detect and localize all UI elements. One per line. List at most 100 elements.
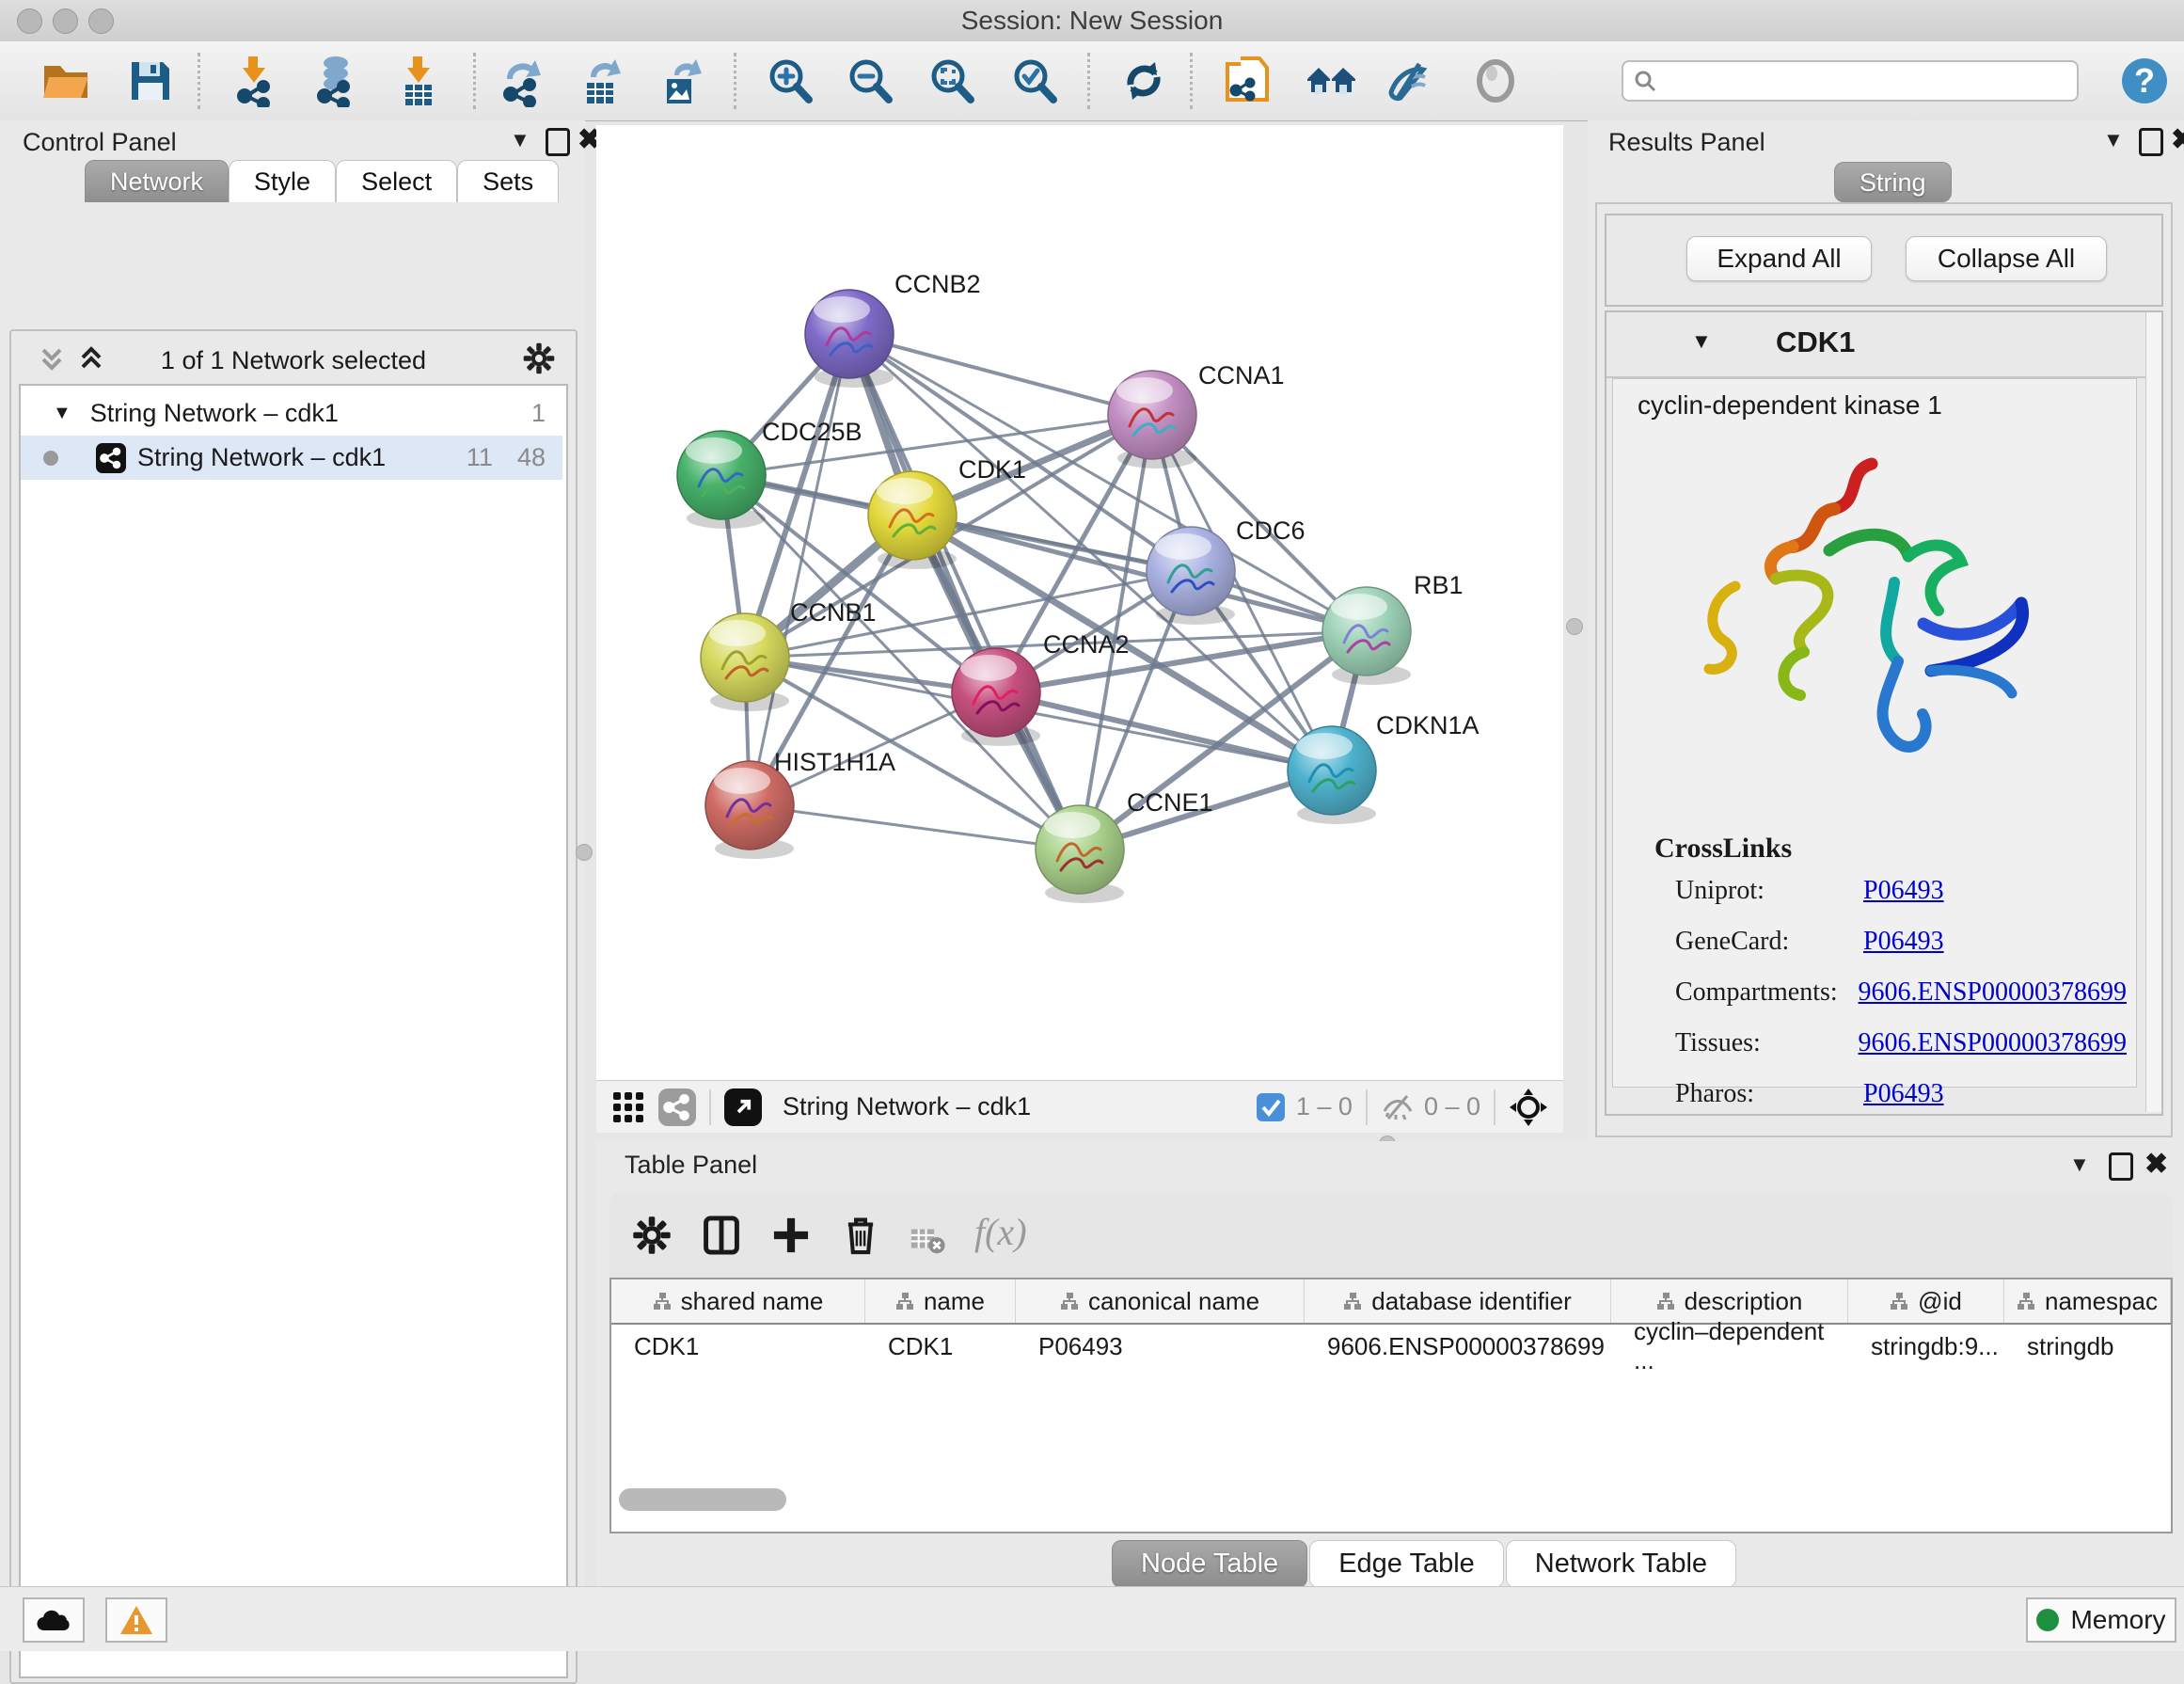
results-vertical-scrollbar[interactable] xyxy=(2145,312,2161,1112)
maximize-panel-icon[interactable] xyxy=(2109,1152,2133,1181)
open-session-icon[interactable] xyxy=(40,55,92,107)
enhanced-labels-icon[interactable] xyxy=(1382,55,1434,107)
float-panel-icon[interactable]: ▼ xyxy=(510,128,530,152)
column-header-database-identifier[interactable]: database identifier xyxy=(1305,1279,1611,1323)
column-header-namespac[interactable]: namespac xyxy=(2004,1279,2171,1323)
node-RB1[interactable]: RB1 xyxy=(1322,571,1464,685)
search-field[interactable] xyxy=(1622,60,2079,102)
show-columns-icon[interactable] xyxy=(700,1214,743,1257)
memory-button[interactable]: Memory xyxy=(2026,1597,2176,1643)
toolbar-separator xyxy=(1087,53,1090,109)
table-row[interactable]: CDK1CDK1P064939606.ENSP00000378699cyclin… xyxy=(611,1325,2171,1368)
gear-icon[interactable] xyxy=(521,341,557,376)
string-document-icon[interactable] xyxy=(1222,55,1274,107)
tab-node-table[interactable]: Node Table xyxy=(1112,1540,1307,1588)
table-cell[interactable]: stringdb:9... xyxy=(1848,1325,2004,1368)
table-cell[interactable]: CDK1 xyxy=(865,1325,1016,1368)
expand-all-button[interactable]: Expand All xyxy=(1686,236,1872,281)
create-column-icon[interactable] xyxy=(769,1214,813,1257)
hidden-eye-icon[interactable] xyxy=(1381,1090,1415,1124)
crosslink-value-link[interactable]: P06493 xyxy=(1863,1079,1944,1109)
zoom-out-icon[interactable] xyxy=(844,55,896,107)
tab-style[interactable]: Style xyxy=(229,160,336,202)
zoom-fit-icon[interactable] xyxy=(926,55,978,107)
maximize-panel-icon[interactable] xyxy=(546,128,570,156)
crosslink-value-link[interactable]: 9606.ENSP00000378699 xyxy=(1859,1028,2127,1058)
protein-structure-image xyxy=(1679,436,2074,812)
column-header-name[interactable]: name xyxy=(865,1279,1016,1323)
warnings-button[interactable] xyxy=(105,1597,167,1643)
delete-table-icon[interactable] xyxy=(909,1221,946,1259)
column-header--id[interactable]: @id xyxy=(1848,1279,2004,1323)
refresh-icon[interactable] xyxy=(1117,55,1170,107)
table-horizontal-scrollbar[interactable] xyxy=(619,1488,786,1511)
column-header-canonical-name[interactable]: canonical name xyxy=(1016,1279,1305,1323)
network-canvas[interactable]: CCNB2CCNA1CDC25BCDK1CDC6RB1CCNB1CCNA2CDK… xyxy=(596,125,1563,1080)
cloud-button[interactable] xyxy=(23,1597,85,1643)
node-CDKN1A[interactable]: CDKN1A xyxy=(1288,711,1480,824)
node-label-CCNA2: CCNA2 xyxy=(1043,630,1130,659)
export-image-icon[interactable] xyxy=(656,55,708,107)
gene-header-row[interactable]: ▼ CDK1 xyxy=(1606,312,2146,378)
crosslink-value-link[interactable]: P06493 xyxy=(1863,927,1944,957)
search-input[interactable] xyxy=(1657,66,2056,97)
string-home-icon[interactable] xyxy=(1306,55,1358,107)
tab-select[interactable]: Select xyxy=(336,160,457,202)
maximize-panel-icon[interactable] xyxy=(2139,128,2163,156)
left-splitter-handle[interactable] xyxy=(576,844,593,861)
collection-expander-icon[interactable]: ▼ xyxy=(53,403,71,424)
collapse-all-button[interactable]: Collapse All xyxy=(1906,236,2107,281)
tab-sets[interactable]: Sets xyxy=(457,160,559,202)
gene-details: cyclin-dependent kinase 1 xyxy=(1612,378,2137,1088)
tab-network[interactable]: Network xyxy=(85,160,229,202)
tab-network-table[interactable]: Network Table xyxy=(1506,1540,1736,1588)
function-builder-icon[interactable]: f(x) xyxy=(974,1210,1027,1254)
help-icon[interactable]: ? xyxy=(2118,55,2171,107)
selected-checkbox[interactable] xyxy=(1257,1093,1285,1121)
zoom-in-icon[interactable] xyxy=(764,55,816,107)
gene-expander-icon[interactable]: ▼ xyxy=(1691,329,1712,354)
export-network-icon[interactable] xyxy=(496,55,548,107)
crosslink-value-link[interactable]: 9606.ENSP00000378699 xyxy=(1859,977,2127,1008)
pan-crosshair-icon[interactable] xyxy=(1509,1088,1548,1127)
import-table-icon[interactable] xyxy=(392,55,445,107)
import-network-database-icon[interactable] xyxy=(308,55,360,107)
tab-edge-table[interactable]: Edge Table xyxy=(1309,1540,1504,1588)
control-panel-title: Control Panel xyxy=(23,128,177,157)
grid-view-icon[interactable] xyxy=(611,1090,645,1124)
table-cell[interactable]: CDK1 xyxy=(611,1325,865,1368)
crosslink-row: Pharos:P06493 xyxy=(1675,1079,2127,1109)
column-header-shared-name[interactable]: shared name xyxy=(611,1279,865,1323)
edge-count: 48 xyxy=(517,443,546,472)
tab-string[interactable]: String xyxy=(1834,162,1952,202)
network-view-icon[interactable] xyxy=(658,1088,696,1126)
table-cell[interactable]: 9606.ENSP00000378699 xyxy=(1305,1325,1611,1368)
delete-column-icon[interactable] xyxy=(839,1214,882,1257)
save-session-icon[interactable] xyxy=(124,55,177,107)
zoom-selected-icon[interactable] xyxy=(1008,55,1061,107)
float-panel-icon[interactable]: ▼ xyxy=(2069,1152,2090,1177)
float-panel-icon[interactable]: ▼ xyxy=(2103,128,2124,152)
right-splitter-handle[interactable] xyxy=(1566,618,1583,635)
node-HIST1H1A[interactable]: HIST1H1A xyxy=(705,748,895,859)
import-network-file-icon[interactable] xyxy=(228,55,280,107)
table-header-row: shared namenamecanonical namedatabase id… xyxy=(611,1279,2171,1325)
table-cell[interactable]: P06493 xyxy=(1016,1325,1305,1368)
edge-CCNA2-CDKN1A[interactable] xyxy=(996,692,1332,771)
network-collection-row[interactable]: ▼ String Network – cdk1 1 xyxy=(21,391,562,436)
birds-eye-view-icon[interactable] xyxy=(724,1088,762,1126)
table-cell[interactable]: cyclin–dependent ... xyxy=(1611,1325,1848,1368)
node-CCNA1[interactable]: CCNA1 xyxy=(1108,361,1285,469)
export-table-icon[interactable] xyxy=(576,55,628,107)
string-results-container: Expand All Collapse All ▼ CDK1 cyclin-de… xyxy=(1595,202,2173,1137)
gear-icon[interactable] xyxy=(630,1214,673,1257)
close-panel-icon[interactable]: ✖ xyxy=(2171,126,2184,154)
close-panel-icon[interactable]: ✖ xyxy=(2144,1151,2168,1179)
crosslink-value-link[interactable]: P06493 xyxy=(1863,876,1944,906)
edge-CCNE1-HIST1H1A[interactable] xyxy=(750,805,1080,850)
glass-ball-icon[interactable] xyxy=(1469,55,1522,107)
table-cell[interactable]: stringdb xyxy=(2004,1325,2171,1368)
node-CCNB2[interactable]: CCNB2 xyxy=(805,270,981,388)
edge-CCNB2-HIST1H1A[interactable] xyxy=(750,334,849,805)
network-row-selected[interactable]: String Network – cdk1 11 48 xyxy=(21,436,562,480)
